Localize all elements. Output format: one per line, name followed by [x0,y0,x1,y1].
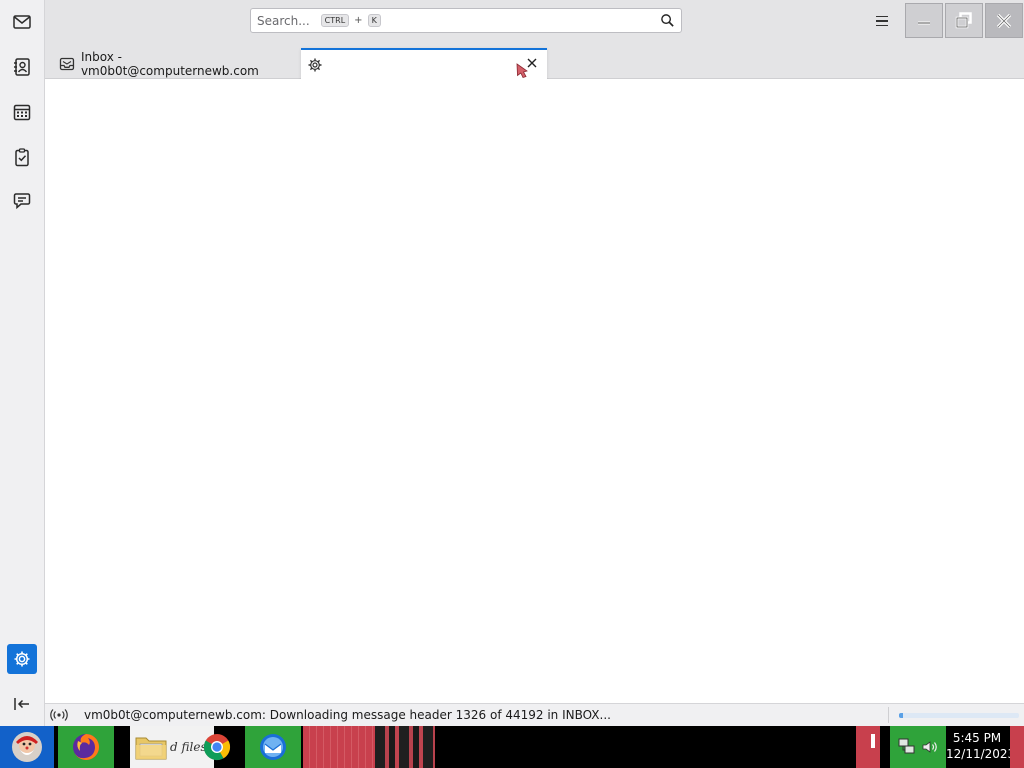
taskbar-clock[interactable]: 5:45 PM 12/11/2023 [946,730,1016,762]
online-status-icon[interactable] [50,708,68,722]
shortcut-plus: + [354,15,363,26]
inbox-icon [59,57,75,70]
collapse-sidebar-icon [14,698,29,710]
spaces-toolbar [0,0,45,726]
start-logo-icon [12,732,42,762]
taskbar-glitch-block [303,726,375,768]
os-taskbar: d files 5:45 PM 12/11/2023 [0,726,1024,768]
tray-notification-area[interactable] [856,726,880,768]
network-icon [898,738,915,754]
gear-icon [14,651,30,667]
volume-icon [922,741,937,753]
address-book-space-button[interactable] [7,52,37,82]
minimize-icon [918,21,930,24]
mail-space-button[interactable] [7,7,37,37]
search-icon[interactable] [660,13,675,28]
tab-settings[interactable] [301,48,547,79]
calendar-icon [13,104,31,121]
address-book-icon [14,58,30,76]
taskbar-chrome[interactable] [192,726,242,768]
show-desktop-button[interactable] [1010,726,1024,768]
settings-content-area [45,79,1024,703]
search-placeholder: Search... [257,13,310,28]
close-icon [996,13,1012,28]
status-bar: vm0b0t@computernewb.com: Downloading mes… [45,703,1024,726]
thunderbird-icon [260,734,286,760]
tab-inbox-label: Inbox - vm0b0t@computernewb.com [80,49,259,78]
menu-icon-line [876,24,888,27]
tasks-icon [15,148,29,167]
tasks-space-button[interactable] [7,142,37,172]
start-button[interactable] [0,726,54,768]
taskbar-thunderbird[interactable] [245,726,301,768]
download-progress-bar [899,713,1019,718]
settings-space-button[interactable] [7,644,37,674]
restore-icon [955,11,972,28]
clock-date: 12/11/2023 [946,747,1016,761]
global-search-box[interactable]: Search... CTRL + K [250,8,682,33]
shortcut-key-ctrl: CTRL [320,14,350,27]
status-message: vm0b0t@computernewb.com: Downloading mes… [84,708,611,722]
collapse-spaces-button[interactable] [7,689,37,719]
tray-system-icons[interactable] [890,726,946,768]
menu-icon-line [876,20,888,22]
folder-icon [135,737,167,760]
chat-icon [13,193,31,210]
taskbar-glitch-stripes [375,726,435,768]
menu-icon-line [876,15,888,18]
status-separator [888,707,889,723]
taskbar-firefox[interactable] [58,726,114,768]
chat-space-button[interactable] [7,186,37,216]
tab-inbox[interactable]: Inbox - vm0b0t@computernewb.com [53,48,303,79]
shortcut-key-k: K [367,14,381,27]
app-menu-button[interactable] [873,11,891,31]
firefox-icon [73,733,100,760]
chrome-icon [203,734,231,761]
tab-strip: Inbox - vm0b0t@computernewb.com [45,44,1024,79]
mouse-cursor [516,63,528,78]
restore-button[interactable] [945,3,983,38]
tray-show-hidden-icon [871,734,875,748]
minimize-button[interactable] [905,3,943,38]
close-window-button[interactable] [985,3,1023,38]
title-bar: Search... CTRL + K [45,0,1024,44]
clock-time: 5:45 PM [952,731,1002,745]
mail-icon [13,15,31,29]
calendar-space-button[interactable] [7,97,37,127]
gear-icon [308,58,322,71]
download-progress-fill [899,713,903,718]
